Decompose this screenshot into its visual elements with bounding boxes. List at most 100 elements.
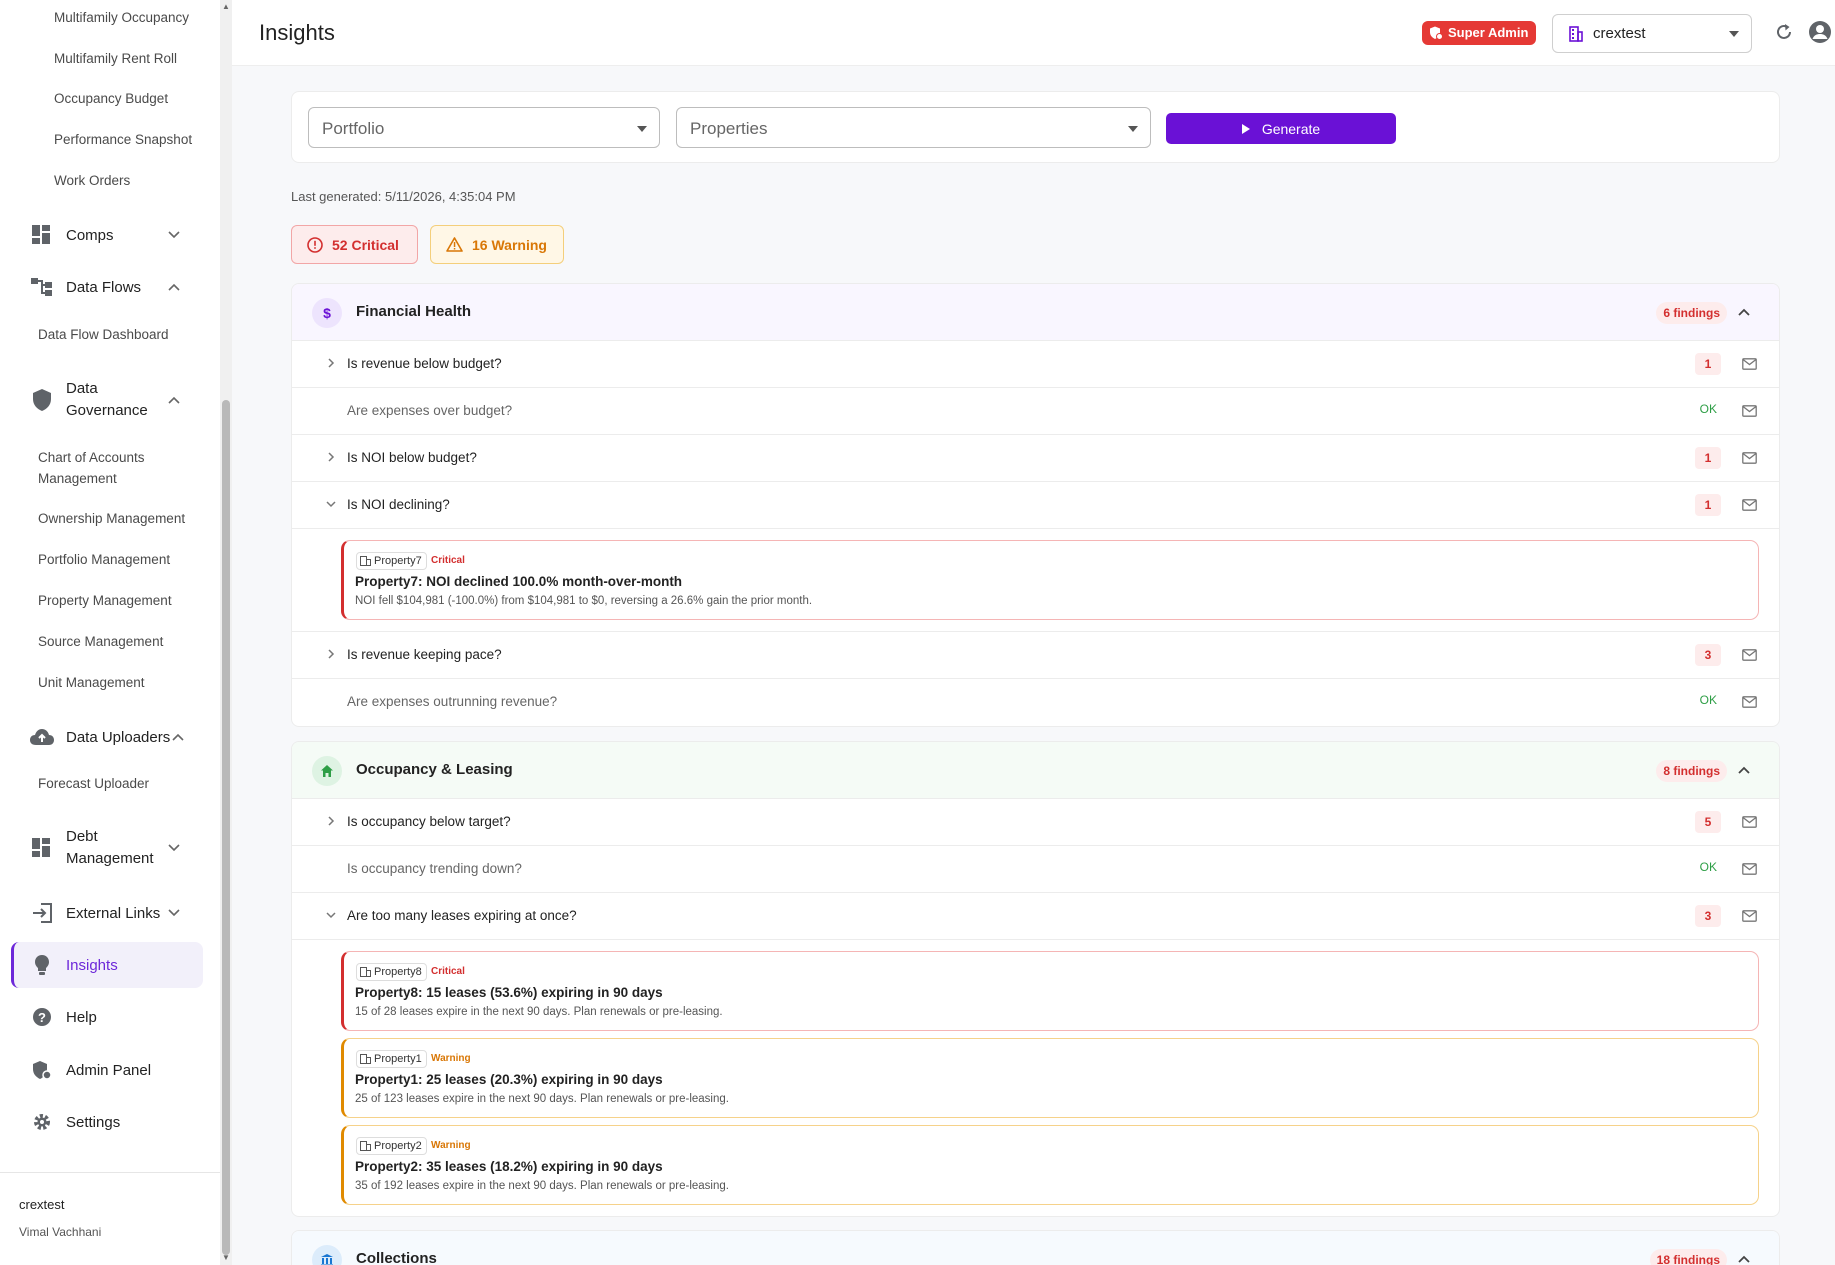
mail-icon[interactable]: [1742, 452, 1757, 464]
sidebar-group-data-uploaders[interactable]: Data Uploaders: [30, 725, 184, 749]
property-tag[interactable]: Property7: [356, 552, 427, 570]
severity-label: Warning: [431, 1053, 471, 1064]
question-text: Is occupancy below target?: [347, 814, 511, 829]
svg-text:?: ?: [38, 1010, 46, 1025]
sidebar-item-performance-snapshot[interactable]: Performance Snapshot: [54, 129, 192, 150]
property-tag[interactable]: Property2: [356, 1137, 427, 1155]
sidebar-item-work-orders[interactable]: Work Orders: [54, 170, 130, 191]
question-text: Are expenses outrunning revenue?: [347, 694, 558, 709]
question-row[interactable]: Is NOI declining? 1: [292, 482, 1779, 529]
chevron-down-icon[interactable]: [168, 906, 180, 920]
chevron-up-icon[interactable]: [1737, 305, 1751, 319]
critical-summary-chip[interactable]: 52 Critical: [291, 225, 418, 264]
mail-icon[interactable]: [1742, 358, 1757, 370]
sidebar-item-source-management[interactable]: Source Management: [38, 631, 163, 652]
property-tag[interactable]: Property1: [356, 1050, 427, 1068]
mail-icon[interactable]: [1742, 816, 1757, 828]
sidebar-group-data-flows[interactable]: Data Flows: [30, 275, 180, 299]
section-header[interactable]: Occupancy & Leasing 8 findings: [292, 742, 1779, 799]
sidebar-scroll-area: Multifamily Occupancy Multifamily Rent R…: [0, 0, 220, 1170]
sidebar-item-chart-of-accounts[interactable]: Chart of Accounts Management: [38, 447, 188, 489]
chevron-up-icon[interactable]: [1737, 1252, 1751, 1265]
chevron-right-icon[interactable]: [325, 815, 337, 827]
chevron-right-icon[interactable]: [325, 648, 337, 660]
mail-icon[interactable]: [1742, 499, 1757, 511]
sidebar-item-property-management[interactable]: Property Management: [38, 590, 172, 611]
refresh-icon[interactable]: [1774, 22, 1794, 42]
question-row[interactable]: Are too many leases expiring at once? 3: [292, 893, 1779, 940]
chevron-up-icon[interactable]: [172, 730, 184, 744]
scroll-up-arrow-icon[interactable]: ▲: [222, 2, 230, 11]
bank-icon: [312, 1245, 342, 1265]
mail-icon[interactable]: [1742, 910, 1757, 922]
chevron-down-icon[interactable]: [325, 909, 337, 921]
section-header[interactable]: Collections 18 findings: [292, 1231, 1779, 1265]
sidebar-item-portfolio-management[interactable]: Portfolio Management: [38, 549, 170, 570]
admin-shield-icon: [30, 1058, 54, 1082]
question-text: Is NOI declining?: [347, 497, 450, 512]
section-financial-health: $ Financial Health 6 findings Is revenue…: [291, 283, 1780, 727]
finding-description: 15 of 28 leases expire in the next 90 da…: [355, 1006, 723, 1018]
findings-badge: 6 findings: [1656, 302, 1727, 324]
severity-label: Critical: [431, 555, 465, 566]
play-icon: [1241, 123, 1250, 134]
warning-summary-chip[interactable]: 16 Warning: [430, 225, 564, 264]
lightbulb-icon: [30, 953, 54, 977]
building-icon: [360, 556, 371, 566]
question-row[interactable]: Is NOI below budget? 1: [292, 435, 1779, 482]
question-row[interactable]: Is occupancy below target? 5: [292, 799, 1779, 846]
scroll-down-arrow-icon[interactable]: ▼: [222, 1253, 230, 1262]
sidebar-scrollbar[interactable]: ▲ ▼: [220, 0, 232, 1265]
sidebar-item-admin-panel[interactable]: Admin Panel: [30, 1058, 151, 1082]
question-text: Are too many leases expiring at once?: [347, 908, 577, 923]
tenant-select[interactable]: crextest: [1552, 14, 1752, 53]
sidebar-group-external-links[interactable]: External Links: [30, 901, 180, 925]
external-link-icon: [30, 901, 54, 925]
sidebar-item-forecast-uploader[interactable]: Forecast Uploader: [38, 773, 149, 794]
scrollbar-thumb[interactable]: [222, 400, 230, 1255]
sidebar-item-multifamily-occupancy[interactable]: Multifamily Occupancy: [54, 7, 189, 28]
question-row[interactable]: Is revenue keeping pace? 3: [292, 632, 1779, 679]
mail-icon[interactable]: [1742, 863, 1757, 875]
sidebar-group-comps[interactable]: Comps: [30, 223, 180, 247]
chevron-up-icon[interactable]: [168, 393, 180, 407]
property-tag[interactable]: Property8: [356, 963, 427, 981]
mail-icon[interactable]: [1742, 696, 1757, 708]
portfolio-select[interactable]: Portfolio: [308, 107, 660, 148]
sidebar-group-label: Data Uploaders: [66, 728, 171, 746]
chevron-up-icon[interactable]: [168, 280, 180, 294]
sidebar-item-multifamily-rent-roll[interactable]: Multifamily Rent Roll: [54, 48, 177, 69]
sidebar-item-insights[interactable]: Insights: [30, 953, 118, 977]
sidebar-group-label: Data Flows: [66, 278, 142, 296]
account-circle-icon[interactable]: [1808, 20, 1832, 44]
sidebar-item-unit-management[interactable]: Unit Management: [38, 672, 145, 693]
generate-button[interactable]: Generate: [1166, 113, 1396, 144]
properties-select[interactable]: Properties: [676, 107, 1151, 148]
severity-label: Critical: [431, 966, 465, 977]
section-title: Financial Health: [356, 303, 472, 320]
sidebar-item-settings[interactable]: Settings: [30, 1110, 120, 1134]
sidebar-group-debt-management[interactable]: Debt Management: [30, 826, 180, 870]
sidebar-item-help[interactable]: ? Help: [30, 1005, 97, 1029]
question-row[interactable]: Is revenue below budget? 1: [292, 341, 1779, 388]
section-occupancy-leasing: Occupancy & Leasing 8 findings Is occupa…: [291, 741, 1780, 1217]
admin-shield-icon: [1430, 26, 1443, 40]
chevron-down-icon[interactable]: [168, 841, 180, 855]
home-icon: [312, 756, 342, 786]
finding-card: Property7 Critical Property7: NOI declin…: [341, 540, 1759, 620]
question-text: Is revenue below budget?: [347, 356, 502, 371]
property-tag-label: Property7: [374, 555, 422, 567]
mail-icon[interactable]: [1742, 405, 1757, 417]
chevron-right-icon[interactable]: [325, 357, 337, 369]
section-header[interactable]: $ Financial Health 6 findings: [292, 284, 1779, 341]
property-tag-label: Property8: [374, 966, 422, 978]
chevron-up-icon[interactable]: [1737, 763, 1751, 777]
sidebar-group-data-governance[interactable]: Data Governance: [30, 378, 180, 422]
sidebar-item-data-flow-dashboard[interactable]: Data Flow Dashboard: [38, 324, 169, 345]
sidebar-item-ownership-management[interactable]: Ownership Management: [38, 508, 185, 529]
chevron-down-icon[interactable]: [325, 498, 337, 510]
mail-icon[interactable]: [1742, 649, 1757, 661]
sidebar-item-occupancy-budget[interactable]: Occupancy Budget: [54, 88, 168, 109]
chevron-right-icon[interactable]: [325, 451, 337, 463]
chevron-down-icon[interactable]: [168, 228, 180, 242]
